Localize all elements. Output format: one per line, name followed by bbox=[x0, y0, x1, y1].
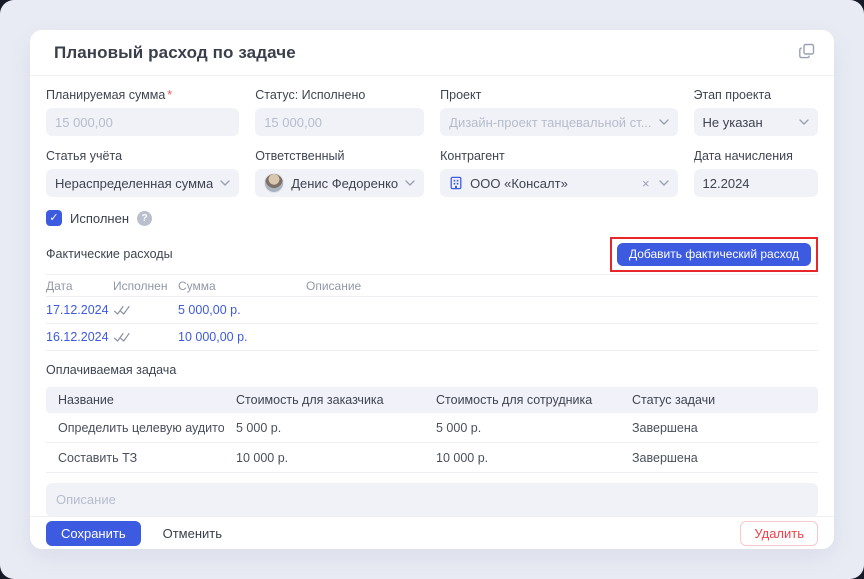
table-row: 17.12.2024 5 000,00 р. bbox=[46, 297, 818, 324]
expenses-title: Фактические расходы bbox=[46, 247, 173, 261]
page-title: Плановый расход по задаче bbox=[54, 43, 296, 63]
chevron-down-icon bbox=[405, 180, 415, 186]
expense-date-link[interactable]: 16.12.2024 bbox=[46, 330, 113, 344]
col-header-sum: Сумма bbox=[178, 279, 306, 293]
executed-label: Исполнен bbox=[70, 211, 129, 226]
field-accrual-date: Дата начисления 12.2024 bbox=[694, 149, 818, 197]
counterparty-label: Контрагент bbox=[440, 149, 677, 163]
expense-sum-link[interactable]: 10 000,00 р. bbox=[178, 330, 306, 344]
add-actual-expense-button[interactable]: Добавить фактический расход bbox=[617, 243, 811, 266]
task-table-header: Название Стоимость для заказчика Стоимос… bbox=[46, 387, 818, 413]
modal-footer: Сохранить Отменить Удалить bbox=[30, 516, 834, 549]
executed-checkbox[interactable] bbox=[46, 210, 62, 226]
form-fields: Планируемая сумма* 15 000,00 Статус: Исп… bbox=[46, 88, 818, 197]
double-check-icon bbox=[113, 305, 178, 316]
planned-expense-modal: Плановый расход по задаче Планируемая су… bbox=[30, 30, 834, 549]
help-icon[interactable]: ? bbox=[137, 211, 152, 226]
field-responsible: Ответственный Денис Федоренко bbox=[255, 149, 424, 197]
accrual-date-label: Дата начисления bbox=[694, 149, 818, 163]
account-item-label: Статья учёта bbox=[46, 149, 239, 163]
task-name: Определить целевую аудиторию bbox=[46, 421, 224, 435]
status-input[interactable]: 15 000,00 bbox=[255, 108, 424, 136]
stage-label: Этап проекта bbox=[694, 88, 818, 102]
save-button[interactable]: Сохранить bbox=[46, 521, 141, 546]
modal-header: Плановый расход по задаче bbox=[30, 30, 834, 76]
col-header-executed: Исполнен bbox=[113, 279, 178, 293]
planned-sum-input[interactable]: 15 000,00 bbox=[46, 108, 239, 136]
col-header-description: Описание bbox=[306, 279, 818, 293]
avatar bbox=[264, 173, 284, 193]
field-account-item: Статья учёта Нераспределенная сумма bbox=[46, 149, 239, 197]
field-status: Статус: Исполнено 15 000,00 bbox=[255, 88, 424, 136]
task-client-cost: 5 000 р. bbox=[224, 421, 424, 435]
responsible-label: Ответственный bbox=[255, 149, 424, 163]
table-row: Составить ТЗ 10 000 р. 10 000 р. Заверше… bbox=[46, 443, 818, 473]
table-row: Определить целевую аудиторию 5 000 р. 5 … bbox=[46, 413, 818, 443]
cancel-button[interactable]: Отменить bbox=[163, 526, 222, 541]
modal-body: Планируемая сумма* 15 000,00 Статус: Исп… bbox=[30, 76, 834, 516]
annotation-highlight: Добавить фактический расход bbox=[610, 237, 818, 272]
field-counterparty: Контрагент ООО «Кон bbox=[440, 149, 677, 197]
building-icon bbox=[449, 176, 463, 190]
counterparty-select[interactable]: ООО «Консалт» × bbox=[440, 169, 677, 197]
expense-sum-link[interactable]: 5 000,00 р. bbox=[178, 303, 306, 317]
expenses-header-row: Фактические расходы Добавить фактический… bbox=[46, 236, 818, 272]
col-header-name: Название bbox=[46, 393, 224, 407]
stage-select[interactable]: Не указан bbox=[694, 108, 818, 136]
col-header-employee-cost: Стоимость для сотрудника bbox=[424, 393, 620, 407]
expenses-table: Дата Исполнен Сумма Описание 17.12.2024 … bbox=[46, 274, 818, 351]
delete-button[interactable]: Удалить bbox=[740, 521, 818, 546]
page-background: Плановый расход по задаче Планируемая су… bbox=[0, 0, 864, 579]
chevron-down-icon bbox=[799, 119, 809, 125]
responsible-select[interactable]: Денис Федоренко bbox=[255, 169, 424, 197]
task-employee-cost: 5 000 р. bbox=[424, 421, 620, 435]
copy-icon bbox=[798, 42, 816, 63]
field-project: Проект Дизайн-проект танцевальной ст... bbox=[440, 88, 677, 136]
required-asterisk: * bbox=[167, 88, 172, 102]
col-header-client-cost: Стоимость для заказчика bbox=[224, 393, 424, 407]
accrual-date-input[interactable]: 12.2024 bbox=[694, 169, 818, 197]
description-input[interactable] bbox=[46, 483, 818, 516]
task-section-title: Оплачиваемая задача bbox=[46, 363, 818, 377]
status-label: Статус: Исполнено bbox=[255, 88, 424, 102]
double-check-icon bbox=[113, 332, 178, 343]
field-stage: Этап проекта Не указан bbox=[694, 88, 818, 136]
task-table: Название Стоимость для заказчика Стоимос… bbox=[46, 387, 818, 473]
chevron-down-icon bbox=[659, 119, 669, 125]
task-name: Составить ТЗ bbox=[46, 451, 224, 465]
chevron-down-icon bbox=[220, 180, 230, 186]
field-planned-sum: Планируемая сумма* 15 000,00 bbox=[46, 88, 239, 136]
project-select[interactable]: Дизайн-проект танцевальной ст... bbox=[440, 108, 677, 136]
task-status: Завершена bbox=[620, 451, 818, 465]
copy-button[interactable] bbox=[798, 42, 816, 63]
expense-date-link[interactable]: 17.12.2024 bbox=[46, 303, 113, 317]
task-client-cost: 10 000 р. bbox=[224, 451, 424, 465]
task-status: Завершена bbox=[620, 421, 818, 435]
clear-icon[interactable]: × bbox=[640, 176, 652, 191]
col-header-date: Дата bbox=[46, 279, 113, 293]
expenses-table-header: Дата Исполнен Сумма Описание bbox=[46, 274, 818, 297]
planned-sum-label: Планируемая сумма bbox=[46, 88, 165, 102]
task-employee-cost: 10 000 р. bbox=[424, 451, 620, 465]
account-item-select[interactable]: Нераспределенная сумма bbox=[46, 169, 239, 197]
col-header-task-status: Статус задачи bbox=[620, 393, 818, 407]
project-label: Проект bbox=[440, 88, 677, 102]
chevron-down-icon bbox=[659, 180, 669, 186]
executed-row: Исполнен ? bbox=[46, 210, 818, 226]
table-row: 16.12.2024 10 000,00 р. bbox=[46, 324, 818, 351]
